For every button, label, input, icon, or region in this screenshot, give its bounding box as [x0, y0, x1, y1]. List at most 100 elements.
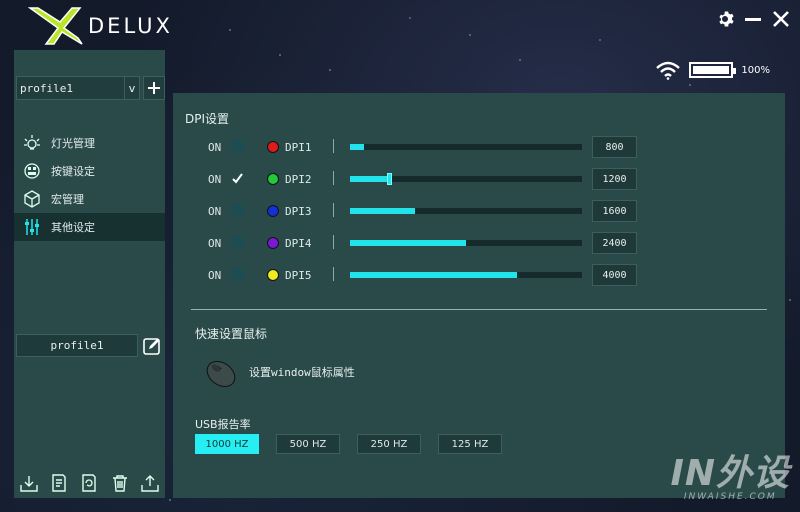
device-status: 100%: [655, 60, 770, 80]
dpi-row: ON DPI2 1200: [173, 168, 785, 192]
edit-profile-button[interactable]: [143, 337, 161, 355]
dpi-color-indicator[interactable]: [267, 269, 279, 281]
export-icon[interactable]: [140, 473, 160, 493]
quick-settings-title: 快速设置鼠标: [195, 327, 268, 341]
add-profile-button[interactable]: [143, 76, 165, 100]
sidebar: profile1 v 灯光管理 按键设定 宏管理 其他设定 profile1: [14, 50, 165, 498]
dpi-value-field[interactable]: 2400: [592, 232, 637, 254]
checkmark-icon: [232, 173, 243, 184]
sidebar-item-label: 宏管理: [51, 193, 84, 206]
profile-name-field[interactable]: profile1: [16, 334, 138, 357]
main-panel: DPI设置 ON DPI1 800 ON DPI2 1200 ON DPI3 1600 ON DPI…: [173, 93, 785, 498]
dpi-value-field[interactable]: 4000: [592, 264, 637, 286]
wifi-icon: [656, 61, 681, 80]
delux-logo: DELUX: [28, 6, 173, 46]
dpi-stage-label: DPI2: [285, 173, 312, 186]
profile-dropdown[interactable]: profile1 v: [16, 76, 140, 100]
brand-name: DELUX: [88, 14, 173, 38]
section-divider: [191, 309, 767, 310]
dpi-slider-fill: [350, 144, 364, 150]
separator: [333, 235, 334, 249]
delux-x-icon: [28, 7, 83, 45]
sidebar-item-buttons[interactable]: 按键设定: [14, 157, 165, 185]
sidebar-item-label: 灯光管理: [51, 137, 95, 150]
dpi-row: ON DPI4 2400: [173, 232, 785, 256]
usb-rate-title: USB报告率: [195, 418, 251, 431]
dpi-on-label: ON: [208, 173, 222, 186]
watermark-logo: IN外设: [670, 453, 790, 494]
dpi-slider-fill: [350, 240, 466, 246]
document-icon[interactable]: [49, 473, 69, 493]
separator: [333, 139, 334, 153]
dpi-color-indicator[interactable]: [267, 205, 279, 217]
mouse-settings-label: 设置window鼠标属性: [249, 366, 355, 379]
sun-icon: [22, 133, 42, 153]
dpi-value-field[interactable]: 1200: [592, 168, 637, 190]
sidebar-menu: 灯光管理 按键设定 宏管理 其他设定: [14, 129, 165, 241]
windows-mouse-settings-button[interactable]: 设置window鼠标属性: [203, 355, 355, 389]
close-button[interactable]: [770, 8, 792, 30]
dpi-stage-label: DPI5: [285, 269, 312, 282]
dpi-row: ON DPI1 800: [173, 136, 785, 160]
sliders-icon: [22, 217, 42, 237]
dpi-slider-handle[interactable]: [387, 173, 393, 185]
sidebar-item-macro[interactable]: 宏管理: [14, 185, 165, 213]
settings-gear-button[interactable]: [714, 8, 736, 30]
dpi-color-indicator[interactable]: [267, 173, 279, 185]
battery-fill: [693, 66, 730, 74]
dpi-value-field[interactable]: 1600: [592, 200, 637, 222]
usb-rate-options: 1000 HZ 500 HZ 250 HZ 125 HZ: [195, 434, 519, 454]
edit-icon: [143, 338, 160, 355]
minimize-button[interactable]: [742, 8, 764, 30]
dpi-on-label: ON: [208, 269, 222, 282]
watermark-url: INWAISHE.COM: [683, 492, 777, 502]
mouse-icon: [206, 361, 236, 387]
dpi-enable-checkbox[interactable]: [231, 268, 244, 281]
dpi-slider[interactable]: [350, 144, 582, 150]
plus-icon: [148, 82, 160, 94]
sidebar-item-other-settings[interactable]: 其他设定: [14, 213, 165, 241]
dpi-on-label: ON: [208, 237, 222, 250]
dpi-color-indicator[interactable]: [267, 141, 279, 153]
sidebar-toolbar: [14, 468, 165, 498]
separator: [333, 203, 334, 217]
sidebar-item-lighting[interactable]: 灯光管理: [14, 129, 165, 157]
dpi-slider[interactable]: [350, 272, 582, 278]
dpi-slider-fill: [350, 208, 415, 214]
watermark: IN外设 INWAISHE.COM: [670, 453, 790, 503]
sidebar-item-label: 其他设定: [51, 221, 95, 234]
dpi-row: ON DPI5 4000: [173, 264, 785, 288]
dpi-slider[interactable]: [350, 208, 582, 214]
usb-rate-1000-button[interactable]: 1000 HZ: [195, 434, 259, 454]
separator: [333, 171, 334, 185]
sidebar-item-label: 按键设定: [51, 165, 95, 178]
profile-dropdown-value: profile1: [20, 81, 73, 95]
dpi-slider[interactable]: [350, 173, 582, 185]
refresh-icon[interactable]: [79, 473, 99, 493]
dpi-on-label: ON: [208, 205, 222, 218]
dpi-stage-label: DPI4: [285, 237, 312, 250]
cube-icon: [22, 189, 42, 209]
separator: [333, 267, 334, 281]
gear-icon: [719, 11, 734, 27]
usb-rate-250-button[interactable]: 250 HZ: [357, 434, 421, 454]
dpi-color-indicator[interactable]: [267, 237, 279, 249]
close-icon: [773, 11, 789, 27]
import-icon[interactable]: [19, 473, 39, 493]
dpi-enable-checkbox[interactable]: [231, 140, 244, 153]
battery-percent: 100%: [741, 64, 770, 76]
usb-rate-125-button[interactable]: 125 HZ: [438, 434, 502, 454]
mouse-buttons-icon: [22, 161, 42, 181]
dpi-on-label: ON: [208, 141, 222, 154]
dpi-stage-label: DPI1: [285, 141, 312, 154]
dpi-slider[interactable]: [350, 240, 582, 246]
dpi-enable-checkbox[interactable]: [231, 172, 244, 185]
dpi-slider-fill: [350, 272, 518, 278]
dpi-enable-checkbox[interactable]: [231, 204, 244, 217]
usb-rate-500-button[interactable]: 500 HZ: [276, 434, 340, 454]
dpi-enable-checkbox[interactable]: [231, 236, 244, 249]
dpi-value-field[interactable]: 800: [592, 136, 637, 158]
minimize-icon: [745, 18, 761, 21]
dropdown-arrow-icon[interactable]: v: [124, 77, 139, 99]
trash-icon[interactable]: [110, 473, 130, 493]
